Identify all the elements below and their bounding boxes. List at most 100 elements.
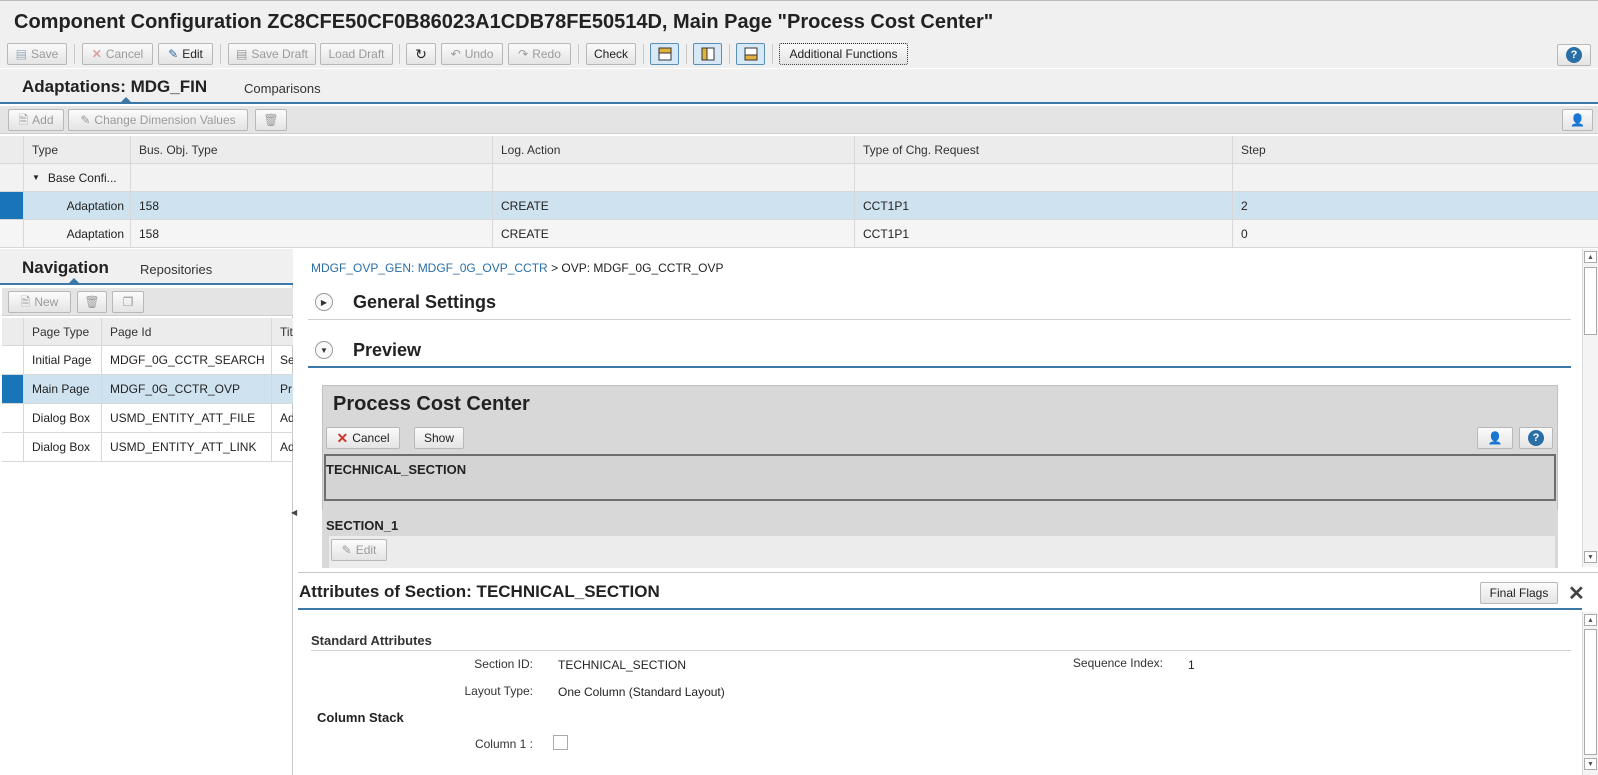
row-selected-marker[interactable]	[2, 375, 24, 403]
layout-horizontal-button[interactable]	[650, 43, 679, 65]
person-settings-icon: 👤	[1570, 113, 1585, 127]
bo-type-cell: 158	[131, 220, 493, 247]
empty-cell	[855, 164, 1233, 191]
add-button[interactable]: 🗎 Add	[8, 109, 64, 131]
chevron-down-icon[interactable]: ▼	[32, 173, 40, 182]
copy-button[interactable]: ❐	[112, 291, 144, 313]
step-cell: 0	[1241, 226, 1248, 241]
collapse-preview-icon[interactable]: ▼	[315, 341, 333, 359]
edit-document-icon: ✎	[80, 113, 91, 127]
scroll-up-icon[interactable]: ▲	[1584, 251, 1597, 263]
expand-general-settings-icon[interactable]: ▶	[315, 293, 333, 311]
pencil-icon: ✎	[168, 47, 179, 61]
table-row[interactable]: Adaptation 158 CREATE CCT1P1 2	[0, 192, 1598, 220]
redo-button[interactable]: ↷ Redo	[508, 43, 571, 65]
general-settings-header[interactable]: General Settings	[353, 292, 496, 313]
row-selector[interactable]	[0, 164, 24, 191]
close-icon[interactable]: ✕	[1568, 581, 1585, 606]
breadcrumb-link[interactable]: MDGF_OVP_GEN: MDGF_0G_OVP_CCTR	[311, 261, 548, 275]
scroll-thumb[interactable]	[1584, 267, 1597, 335]
cancel-icon: ✕	[336, 430, 349, 446]
table-row[interactable]: Initial Page MDGF_0G_CCTR_SEARCH Se	[2, 346, 293, 375]
scroll-up-icon[interactable]: ▲	[1584, 614, 1597, 626]
breadcrumb: MDGF_OVP_GEN: MDGF_0G_OVP_CCTR > OVP: MD…	[311, 261, 723, 275]
page-type-cell: Main Page	[24, 375, 102, 403]
toolbar-separator	[74, 44, 75, 64]
column-header-page-id[interactable]: Page Id	[102, 318, 272, 345]
column-header-bo-type[interactable]: Bus. Obj. Type	[131, 136, 493, 163]
change-dimension-values-button[interactable]: ✎ Change Dimension Values	[68, 109, 248, 131]
row-selector[interactable]	[2, 433, 24, 461]
final-flags-button[interactable]: Final Flags	[1480, 582, 1558, 604]
refresh-button[interactable]: ↻	[406, 43, 436, 65]
column-header-step[interactable]: Step	[1233, 136, 1598, 163]
scroll-down-icon[interactable]: ▼	[1584, 758, 1597, 770]
row-selected-marker[interactable]	[0, 192, 24, 219]
table-row[interactable]: Main Page MDGF_0G_CCTR_OVP Pr	[2, 375, 293, 404]
page-title-cell: Pr	[280, 382, 292, 396]
panel-collapse-handle[interactable]: ◀	[291, 505, 297, 519]
load-draft-button[interactable]: Load Draft	[320, 43, 393, 65]
layout-vertical-button[interactable]	[693, 43, 722, 65]
tab-comparisons[interactable]: Comparisons	[244, 81, 321, 96]
delete-button[interactable]: 🗑	[255, 109, 287, 131]
preview-help-button[interactable]: ?	[1519, 427, 1553, 449]
tab-adaptations[interactable]: Adaptations: MDG_FIN	[22, 77, 207, 97]
personalize-button[interactable]: 👤	[1562, 109, 1593, 131]
tree-group-row[interactable]: ▼ Base Confi...	[0, 164, 1598, 192]
pencil-icon: ✎	[341, 543, 352, 557]
tree-group-cell: ▼ Base Confi...	[24, 164, 131, 191]
preview-header[interactable]: Preview	[353, 340, 421, 361]
row-selector[interactable]	[0, 220, 24, 247]
refresh-icon: ↻	[415, 46, 427, 62]
table-row[interactable]: Adaptation 158 CREATE CCT1P1 0	[0, 220, 1598, 248]
additional-functions-button[interactable]: Additional Functions	[779, 43, 908, 65]
attributes-scrollbar[interactable]: ▲ ▼	[1582, 612, 1598, 775]
section-edit-button[interactable]: ✎ Edit	[331, 539, 387, 561]
save-draft-button[interactable]: ▤ Save Draft	[228, 43, 316, 65]
standard-attributes-heading: Standard Attributes	[311, 633, 432, 648]
page-type-cell: Dialog Box	[24, 433, 102, 461]
row-selector[interactable]	[2, 404, 24, 432]
row-selector[interactable]	[2, 346, 24, 374]
preview-cancel-button[interactable]: ✕ Cancel	[326, 427, 400, 449]
column-header-type[interactable]: Type	[24, 136, 131, 163]
toolbar-separator	[578, 44, 579, 64]
new-document-icon: 🗎	[20, 295, 31, 309]
technical-section-box[interactable]	[324, 454, 1556, 501]
scroll-thumb[interactable]	[1584, 629, 1597, 755]
scroll-down-icon[interactable]: ▼	[1584, 551, 1597, 563]
technical-section-label: TECHNICAL_SECTION	[326, 462, 467, 477]
undo-button[interactable]: ↶ Undo	[441, 43, 503, 65]
table-row[interactable]: Dialog Box USMD_ENTITY_ATT_LINK Ad	[2, 433, 293, 462]
table-row[interactable]: Dialog Box USMD_ENTITY_ATT_FILE Ad	[2, 404, 293, 433]
title-bar: Component Configuration ZC8CFE50CF0B8602…	[0, 0, 1598, 40]
check-button[interactable]: Check	[586, 43, 636, 65]
divider	[311, 650, 1571, 651]
adaptation-type-cell: Adaptation	[24, 220, 131, 247]
preview-personalize-button[interactable]: 👤	[1477, 427, 1513, 449]
column-1-label: Column 1 :	[474, 737, 533, 751]
tab-navigation[interactable]: Navigation	[22, 258, 109, 278]
empty-cell	[493, 164, 855, 191]
column-header-page-type[interactable]: Page Type	[24, 318, 102, 345]
preview-show-button[interactable]: Show	[414, 427, 464, 449]
help-button[interactable]: ?	[1557, 44, 1591, 66]
column-header-chg-request[interactable]: Type of Chg. Request	[855, 136, 1233, 163]
tab-repositories[interactable]: Repositories	[140, 262, 212, 277]
add-document-icon: 🗎	[18, 113, 29, 127]
layout-bottom-button[interactable]	[736, 43, 765, 65]
sequence-index-value: 1	[1188, 658, 1195, 672]
layout-horizontal-icon	[658, 47, 671, 61]
bo-type-cell: 158	[131, 192, 493, 219]
delete-page-button[interactable]: 🗑	[77, 291, 107, 313]
save-button[interactable]: ▤ Save	[7, 43, 67, 65]
cancel-button[interactable]: ✕ Cancel	[82, 43, 153, 65]
new-button[interactable]: 🗎 New	[8, 291, 71, 313]
toolbar-separator	[686, 44, 687, 64]
edit-button[interactable]: ✎ Edit	[158, 43, 213, 65]
column-1-checkbox[interactable]	[553, 735, 568, 750]
column-header-title[interactable]: Tit	[272, 318, 293, 345]
content-scrollbar[interactable]: ▲ ▼	[1582, 249, 1598, 567]
column-header-log-action[interactable]: Log. Action	[493, 136, 855, 163]
